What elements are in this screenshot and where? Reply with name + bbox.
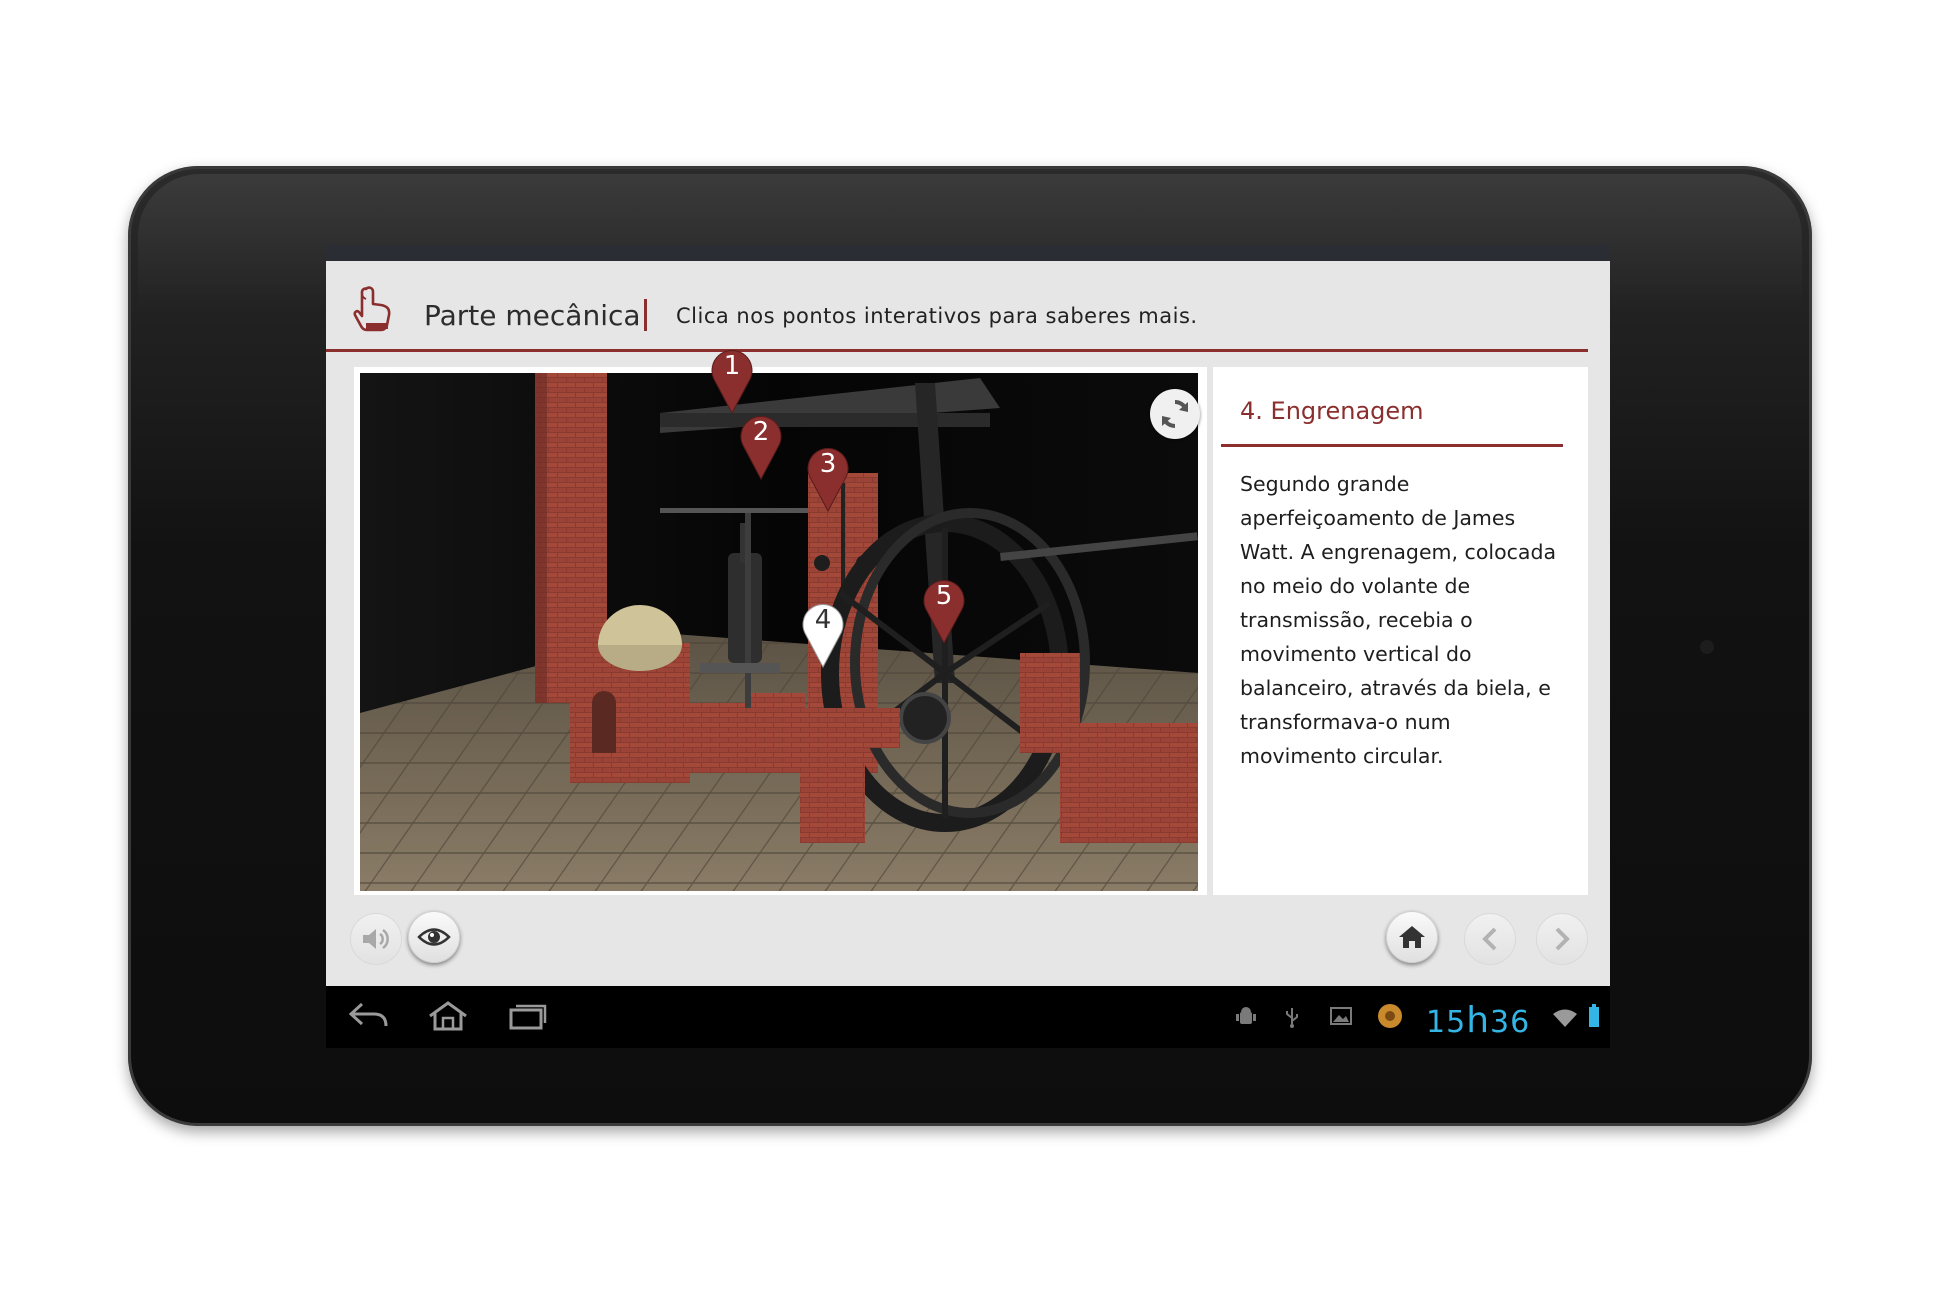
hotspot-label: 2	[752, 417, 770, 447]
screenshot-icon	[1330, 1007, 1352, 1025]
home-button[interactable]	[1386, 911, 1438, 963]
back-icon[interactable]	[348, 1000, 390, 1032]
chevron-right-icon	[1555, 927, 1570, 951]
home-icon	[1399, 926, 1425, 948]
status-strip	[326, 245, 1610, 261]
sound-button[interactable]	[350, 913, 402, 965]
usb-icon	[1286, 1008, 1298, 1028]
tablet-screen: Parte mecânica Clica nos pontos interati…	[326, 245, 1610, 1048]
sound-icon	[363, 928, 389, 950]
reset-view-button[interactable]	[1150, 389, 1200, 439]
app-notification-icon	[1378, 1004, 1402, 1028]
clock-separator: h	[1466, 1000, 1491, 1041]
home-nav-icon[interactable]	[426, 1000, 470, 1032]
hotspot-label: 1	[723, 351, 741, 381]
wifi-icon	[1553, 1009, 1577, 1027]
title-separator	[644, 299, 647, 331]
eye-icon	[417, 928, 451, 946]
next-button[interactable]	[1536, 913, 1588, 965]
view-toggle-button[interactable]	[408, 911, 460, 963]
chevron-left-icon	[1482, 927, 1497, 951]
recent-apps-icon[interactable]	[508, 1000, 548, 1032]
info-description: Segundo grande aperfeiçoamento de James …	[1240, 472, 1557, 768]
android-system-bar: 15h36	[326, 986, 1610, 1048]
proximity-sensor	[1700, 640, 1714, 654]
hotspot-label: 5	[935, 581, 953, 611]
hotspot-label: 4	[814, 605, 832, 635]
hotspot-2[interactable]: 2	[737, 411, 785, 481]
system-clock: 15h36	[1426, 1000, 1530, 1041]
info-divider	[1221, 444, 1563, 447]
app-view: Parte mecânica Clica nos pontos interati…	[326, 261, 1610, 986]
page-instruction: Clica nos pontos interativos para sabere…	[676, 304, 1198, 328]
android-debug-icon	[1236, 1007, 1256, 1024]
refresh-icon	[1162, 399, 1188, 429]
model-viewer: 1 2 3 4 5	[354, 350, 1207, 895]
hotspot-4[interactable]: 4	[799, 599, 847, 669]
info-panel: 4. Engrenagem Segundo grande aperfeiçoam…	[1213, 367, 1588, 895]
header-divider	[326, 349, 1588, 352]
hotspot-label: 3	[819, 449, 837, 479]
info-title: 4. Engrenagem	[1240, 397, 1424, 425]
hotspot-5[interactable]: 5	[920, 575, 968, 645]
clock-hours: 15	[1426, 1005, 1467, 1040]
page-title: Parte mecânica	[424, 299, 641, 332]
hotspot-1[interactable]: 1	[708, 345, 756, 415]
hotspot-3[interactable]: 3	[804, 443, 852, 513]
touch-hand-icon	[353, 286, 391, 332]
page-header: Parte mecânica Clica nos pontos interati…	[326, 261, 1610, 352]
battery-icon	[1589, 1004, 1599, 1027]
clock-minutes: 36	[1490, 1005, 1531, 1040]
previous-button[interactable]	[1464, 913, 1516, 965]
